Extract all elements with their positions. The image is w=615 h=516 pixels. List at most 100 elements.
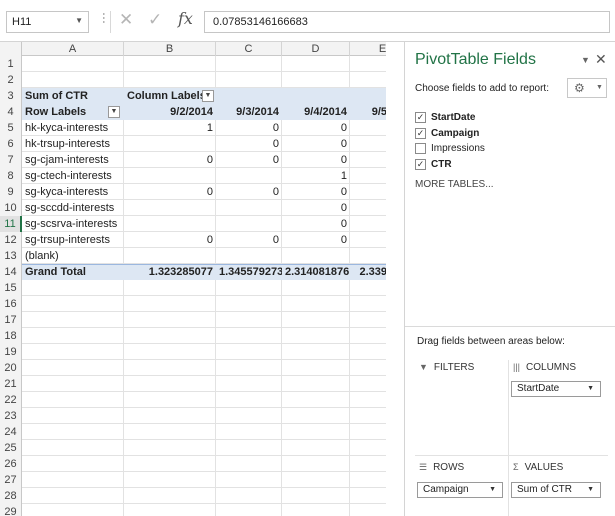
cell-c5[interactable]: 0 — [216, 120, 282, 136]
cell-a19[interactable] — [22, 344, 124, 360]
row-header[interactable]: 18 — [0, 328, 22, 344]
cell-a7[interactable]: sg-cjam-interests — [22, 152, 124, 168]
cell-b6[interactable] — [124, 136, 216, 152]
chevron-down-icon[interactable]: ▼ — [489, 483, 496, 497]
column-header-a[interactable]: A — [22, 42, 124, 56]
cell-a17[interactable] — [22, 312, 124, 328]
row-header[interactable]: 8 — [0, 168, 22, 184]
cell-e12[interactable] — [350, 232, 386, 248]
cell-c13[interactable] — [216, 248, 282, 264]
cell-a13[interactable]: (blank) — [22, 248, 124, 264]
cell-a16[interactable] — [22, 296, 124, 312]
cell-e28[interactable] — [350, 488, 386, 504]
cell-d2[interactable] — [282, 72, 350, 88]
cell-c3[interactable] — [216, 88, 282, 104]
rows-field-chip[interactable]: Campaign ▼ — [417, 482, 503, 498]
row-header[interactable]: 13 — [0, 248, 22, 264]
row-header[interactable]: 12 — [0, 232, 22, 248]
cell-c28[interactable] — [216, 488, 282, 504]
cell-a25[interactable] — [22, 440, 124, 456]
row-header[interactable]: 28 — [0, 488, 22, 504]
cell-e10[interactable] — [350, 200, 386, 216]
cell-b17[interactable] — [124, 312, 216, 328]
columns-field-chip[interactable]: StartDate ▼ — [511, 381, 601, 397]
cell-b29[interactable] — [124, 504, 216, 516]
cell-e8[interactable] — [350, 168, 386, 184]
cell-d27[interactable] — [282, 472, 350, 488]
cell-c8[interactable] — [216, 168, 282, 184]
cell-c10[interactable] — [216, 200, 282, 216]
cell-a3[interactable]: Sum of CTR — [22, 88, 124, 104]
cell-b9[interactable]: 0 — [124, 184, 216, 200]
column-header-c[interactable]: C — [216, 42, 282, 56]
cell-e5[interactable] — [350, 120, 386, 136]
cell-e19[interactable] — [350, 344, 386, 360]
cell-d8[interactable]: 1 — [282, 168, 350, 184]
formula-input[interactable]: 0.07853146166683 — [204, 11, 610, 33]
row-header[interactable]: 20 — [0, 360, 22, 376]
cell-e15[interactable] — [350, 280, 386, 296]
cell-b14[interactable]: 1.323285077 — [124, 264, 216, 280]
cell-c16[interactable] — [216, 296, 282, 312]
row-header[interactable]: 7 — [0, 152, 22, 168]
cell-d24[interactable] — [282, 424, 350, 440]
cell-d4[interactable]: 9/4/2014 — [282, 104, 350, 120]
columns-area[interactable]: ||| COLUMNS StartDate ▼ — [509, 360, 608, 455]
cell-c20[interactable] — [216, 360, 282, 376]
filters-area[interactable]: ▼ FILTERS — [415, 360, 508, 455]
cell-e17[interactable] — [350, 312, 386, 328]
cell-e25[interactable] — [350, 440, 386, 456]
spreadsheet-grid[interactable]: A B C D E 1 2 3 Sum of CTR Column Labels ▼ 4 Ro… — [0, 42, 386, 516]
cell-c22[interactable] — [216, 392, 282, 408]
cell-e26[interactable] — [350, 456, 386, 472]
cell-d20[interactable] — [282, 360, 350, 376]
enter-check-icon[interactable]: ✓ — [148, 10, 162, 30]
cell-d11[interactable]: 0 — [282, 216, 350, 232]
row-header[interactable]: 6 — [0, 136, 22, 152]
cell-a15[interactable] — [22, 280, 124, 296]
row-header[interactable]: 24 — [0, 424, 22, 440]
row-header[interactable]: 29 — [0, 504, 22, 516]
cell-e21[interactable] — [350, 376, 386, 392]
cell-e20[interactable] — [350, 360, 386, 376]
cell-c23[interactable] — [216, 408, 282, 424]
cell-a20[interactable] — [22, 360, 124, 376]
cell-a27[interactable] — [22, 472, 124, 488]
row-header[interactable]: 23 — [0, 408, 22, 424]
column-header-b[interactable]: B — [124, 42, 216, 56]
cell-d25[interactable] — [282, 440, 350, 456]
cell-a5[interactable]: hk-kyca-interests — [22, 120, 124, 136]
cell-d26[interactable] — [282, 456, 350, 472]
row-header[interactable]: 19 — [0, 344, 22, 360]
cell-c1[interactable] — [216, 56, 282, 72]
more-tables-link[interactable]: MORE TABLES... — [415, 179, 494, 190]
cell-d1[interactable] — [282, 56, 350, 72]
cell-d19[interactable] — [282, 344, 350, 360]
cell-a14[interactable]: Grand Total — [22, 264, 124, 280]
cell-e2[interactable] — [350, 72, 386, 88]
cell-e1[interactable] — [350, 56, 386, 72]
cell-a2[interactable] — [22, 72, 124, 88]
cell-e13[interactable] — [350, 248, 386, 264]
field-checkbox[interactable]: ✓ — [415, 112, 426, 123]
cell-c25[interactable] — [216, 440, 282, 456]
row-header[interactable]: 15 — [0, 280, 22, 296]
cell-d14[interactable]: 2.314081876 — [282, 264, 350, 280]
select-all-corner[interactable] — [0, 42, 22, 56]
cell-a26[interactable] — [22, 456, 124, 472]
cell-c26[interactable] — [216, 456, 282, 472]
row-header[interactable]: 11 — [0, 216, 22, 232]
cell-d13[interactable] — [282, 248, 350, 264]
cell-d15[interactable] — [282, 280, 350, 296]
cell-e27[interactable] — [350, 472, 386, 488]
row-header[interactable]: 21 — [0, 376, 22, 392]
cell-c11[interactable] — [216, 216, 282, 232]
row-header[interactable]: 26 — [0, 456, 22, 472]
cell-e11[interactable] — [350, 216, 386, 232]
row-header[interactable]: 5 — [0, 120, 22, 136]
cell-b18[interactable] — [124, 328, 216, 344]
field-checkbox[interactable]: ✓ — [415, 158, 426, 170]
cell-b5[interactable]: 1 — [124, 120, 216, 136]
column-header-e[interactable]: E — [350, 42, 386, 56]
cell-b23[interactable] — [124, 408, 216, 424]
